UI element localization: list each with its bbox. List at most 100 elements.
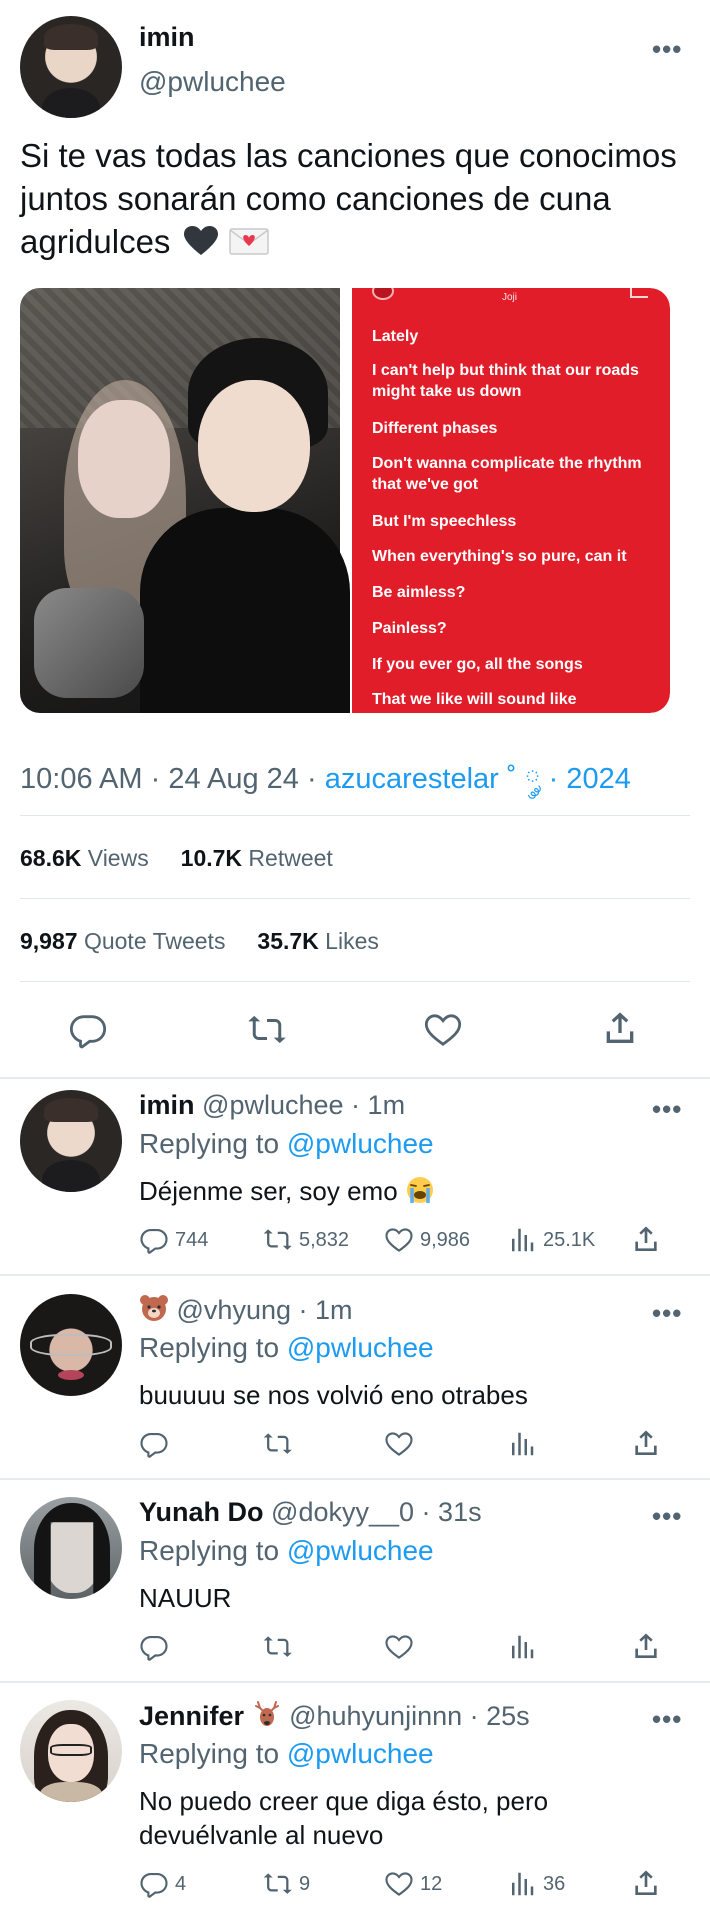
reply-button[interactable]: 4: [139, 1869, 186, 1899]
share-icon: [635, 1870, 657, 1895]
divider: [0, 1681, 710, 1683]
replying-to-link[interactable]: @pwluchee: [287, 1535, 434, 1566]
tweet-text-body: Si te vas todas las canciones que conoci…: [20, 137, 677, 260]
more-options-icon[interactable]: •••: [652, 34, 682, 65]
heart-icon: [424, 1014, 462, 1046]
bear-face-icon: [140, 1295, 168, 1321]
tweet-media[interactable]: Joji Lately I can't help but think that …: [20, 288, 670, 713]
views-button[interactable]: 36: [507, 1869, 565, 1899]
retweet-button[interactable]: 5,832: [261, 1225, 349, 1255]
lyric-line: When everything's so pure, can it: [372, 548, 627, 565]
tweet-photo[interactable]: [20, 288, 350, 713]
retweet-count: 5,832: [299, 1228, 350, 1251]
reply-tweet[interactable]: imin @pwluchee · 1m ••• Replying to @pwl…: [0, 1082, 710, 1276]
likes-stat[interactable]: 35.7K Likes: [257, 928, 378, 954]
lyrics-artist: Joji: [502, 292, 518, 303]
reply-icon: [140, 1635, 168, 1661]
black-heart-icon: [183, 226, 218, 255]
reply-author-name: Jennifer: [139, 1701, 245, 1731]
more-options-icon[interactable]: •••: [652, 1298, 682, 1329]
replying-to: Replying to @pwluchee: [139, 1535, 434, 1566]
reply-time: 1m: [367, 1090, 406, 1120]
reply-tweet[interactable]: Yunah Do @dokyy__0 · 31s ••• Replying to…: [0, 1489, 710, 1683]
share-button[interactable]: [630, 1867, 662, 1899]
views-button[interactable]: [507, 1632, 537, 1662]
quotes-stat[interactable]: 9,987 Quote Tweets: [20, 928, 225, 954]
views-stat[interactable]: 68.6K Views: [20, 845, 149, 871]
replying-to-link[interactable]: @pwluchee: [287, 1128, 434, 1159]
lyric-line: Don't wanna complicate the rhythm that w…: [372, 455, 642, 493]
lyric-line: Lately: [372, 328, 419, 345]
like-button[interactable]: [384, 1632, 414, 1662]
reply-time: 31s: [438, 1497, 482, 1527]
lyric-line: That we like will sound like: [372, 691, 577, 708]
reply-time: 1m: [315, 1295, 353, 1325]
like-button[interactable]: [423, 1010, 463, 1050]
lyric-line: Different phases: [372, 420, 498, 437]
views-button[interactable]: [507, 1429, 537, 1459]
retweets-stat[interactable]: 10.7K Retweet: [181, 845, 333, 871]
lyric-line: Painless?: [372, 620, 447, 637]
stats-row-1: 68.6K Views 10.7K Retweet: [20, 845, 333, 872]
heart-icon: [385, 1432, 413, 1456]
tweet-source[interactable]: azucarestelar ˚ ༘ · 2024: [325, 763, 631, 795]
divider: [0, 1077, 710, 1079]
reply-button[interactable]: [139, 1632, 169, 1662]
divider: [20, 898, 690, 899]
avatar[interactable]: [20, 1090, 122, 1192]
lyric-line: Be aimless?: [372, 584, 466, 601]
share-button[interactable]: [600, 1008, 640, 1048]
retweet-button[interactable]: [261, 1429, 293, 1459]
lyric-line: If you ever go, all the songs: [372, 656, 583, 673]
like-button[interactable]: [384, 1429, 414, 1459]
retweet-button[interactable]: 9: [261, 1869, 310, 1899]
tweet-date[interactable]: 24 Aug 24: [168, 763, 299, 795]
like-button[interactable]: 12: [384, 1869, 442, 1899]
divider: [0, 1478, 710, 1480]
replying-to-link[interactable]: @pwluchee: [287, 1332, 434, 1363]
reply-tweet[interactable]: @vhyung · 1m ••• Replying to @pwluchee b…: [0, 1286, 710, 1480]
reply-author[interactable]: Yunah Do @dokyy__0 · 31s: [139, 1497, 482, 1528]
like-count: 12: [420, 1872, 443, 1895]
divider: [0, 1274, 710, 1276]
retweet-icon: [263, 1229, 292, 1250]
reply-tweet[interactable]: Jennifer @huhyunjinnn · 25s ••• Replying…: [0, 1692, 710, 1920]
reply-icon: [69, 1015, 107, 1049]
replying-to-link[interactable]: @pwluchee: [287, 1738, 434, 1769]
more-options-icon[interactable]: •••: [652, 1501, 682, 1532]
tweet-time[interactable]: 10:06 AM: [20, 763, 143, 795]
share-button[interactable]: [630, 1223, 662, 1255]
retweet-button[interactable]: [261, 1632, 293, 1662]
avatar[interactable]: [20, 16, 122, 118]
avatar[interactable]: [20, 1497, 122, 1599]
reply-count: 4: [175, 1872, 187, 1895]
like-button[interactable]: 9,986: [384, 1225, 470, 1255]
lyric-line: But I'm speechless: [372, 513, 517, 530]
views-button[interactable]: 25.1K: [507, 1225, 595, 1255]
heart-icon: [385, 1635, 413, 1659]
reply-author[interactable]: Jennifer @huhyunjinnn · 25s: [139, 1700, 530, 1732]
reply-author[interactable]: @vhyung · 1m: [139, 1294, 353, 1326]
replying-to: Replying to @pwluchee: [139, 1332, 434, 1363]
retweet-icon: [263, 1873, 292, 1894]
avatar[interactable]: [20, 1700, 122, 1802]
retweet-button[interactable]: [245, 1010, 287, 1050]
reply-author[interactable]: imin @pwluchee · 1m: [139, 1090, 405, 1121]
reply-text: buuuuu se nos volvió eno otrabes: [139, 1380, 528, 1410]
reply-button[interactable]: 744: [139, 1225, 208, 1255]
lyrics-card[interactable]: Joji Lately I can't help but think that …: [352, 288, 670, 713]
author-handle[interactable]: @pwluchee: [139, 66, 286, 98]
reply-button[interactable]: [68, 1010, 108, 1050]
more-options-icon[interactable]: •••: [652, 1094, 682, 1125]
reply-icon: [140, 1432, 168, 1458]
share-button[interactable]: [630, 1427, 662, 1459]
more-options-icon[interactable]: •••: [652, 1704, 682, 1735]
share-button[interactable]: [630, 1630, 662, 1662]
reply-button[interactable]: [139, 1429, 169, 1459]
reply-author-handle: @huhyunjinnn: [289, 1701, 463, 1731]
share-icon: [635, 1633, 657, 1658]
author-name[interactable]: imin: [139, 22, 195, 53]
reply-count: 744: [175, 1228, 209, 1251]
divider: [20, 815, 690, 816]
avatar[interactable]: [20, 1294, 122, 1396]
